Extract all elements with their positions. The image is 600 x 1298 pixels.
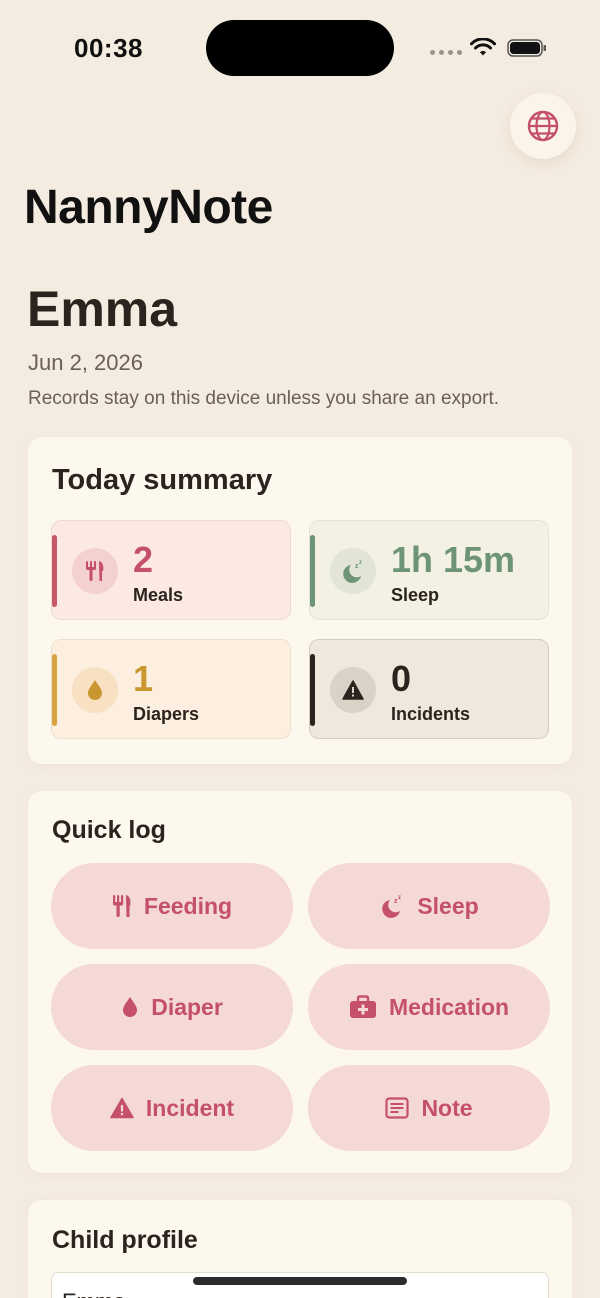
home-indicator[interactable] bbox=[193, 1277, 407, 1285]
moon-zzz-icon: zz bbox=[382, 895, 401, 918]
note-icon bbox=[385, 1097, 410, 1119]
diaper-label: Diaper bbox=[151, 993, 223, 1020]
medication-button[interactable]: Medication bbox=[308, 964, 550, 1050]
status-bar: 00:38 bbox=[0, 0, 600, 96]
diapers-accent-bar bbox=[52, 654, 57, 726]
diapers-value: 1 bbox=[133, 658, 154, 699]
privacy-note: Records stay on this device unless you s… bbox=[28, 388, 500, 409]
drop-icon bbox=[72, 667, 118, 713]
sleep-value: 1h 15m bbox=[391, 539, 516, 580]
medication-label: Medication bbox=[388, 993, 510, 1020]
sleep-accent-bar bbox=[310, 535, 315, 607]
feeding-label: Feeding bbox=[143, 892, 233, 919]
incidents-stat: 0 Incidents bbox=[309, 639, 549, 739]
warning-icon bbox=[330, 667, 376, 713]
incidents-accent-bar bbox=[310, 654, 315, 726]
incidents-label: Incidents bbox=[391, 704, 471, 724]
dynamic-island bbox=[206, 20, 394, 76]
feeding-button[interactable]: Feeding bbox=[51, 863, 293, 949]
incident-label: Incident bbox=[145, 1094, 235, 1121]
cellular-signal-icon bbox=[430, 50, 462, 55]
incident-button[interactable]: Incident bbox=[51, 1065, 293, 1151]
meals-value: 2 bbox=[133, 539, 154, 580]
fork-knife-icon bbox=[112, 895, 131, 917]
meals-stat: 2 Meals bbox=[51, 520, 291, 620]
child-name-field[interactable] bbox=[51, 1272, 549, 1298]
sleep-label: Sleep bbox=[417, 892, 479, 919]
diapers-label: Diapers bbox=[133, 704, 200, 724]
sleep-button[interactable]: zz Sleep bbox=[308, 863, 550, 949]
diapers-stat: 1 Diapers bbox=[51, 639, 291, 739]
current-date: Jun 2, 2026 bbox=[28, 350, 143, 375]
meals-label: Meals bbox=[133, 585, 184, 605]
summary-title: Today summary bbox=[52, 464, 273, 496]
app-title: NannyNote bbox=[24, 181, 273, 234]
medical-kit-icon bbox=[349, 995, 376, 1018]
moon-zzz-icon: zz bbox=[330, 548, 376, 594]
note-button[interactable]: Note bbox=[308, 1065, 550, 1151]
status-time: 00:38 bbox=[74, 33, 143, 63]
wifi-icon bbox=[470, 38, 496, 56]
child-name: Emma bbox=[27, 281, 178, 337]
child-profile-title: Child profile bbox=[52, 1226, 198, 1254]
today-summary-card: Today summary 2 Meals zz 1h 15m Sleep 1 … bbox=[28, 437, 572, 764]
sleep-stat: zz 1h 15m Sleep bbox=[309, 520, 549, 620]
quick-log-card: Quick log Feeding zz Sleep Diaper Medica… bbox=[28, 791, 572, 1173]
fork-knife-icon bbox=[72, 548, 118, 594]
incidents-value: 0 bbox=[391, 658, 412, 699]
svg-text:z: z bbox=[398, 895, 401, 901]
globe-icon bbox=[527, 110, 559, 142]
battery-icon bbox=[507, 39, 546, 57]
meals-accent-bar bbox=[52, 535, 57, 607]
svg-text:z: z bbox=[359, 560, 362, 566]
quick-log-title: Quick log bbox=[52, 816, 166, 844]
sleep-label: Sleep bbox=[391, 585, 440, 605]
drop-icon bbox=[123, 997, 138, 1017]
warning-icon bbox=[110, 1097, 134, 1119]
note-label: Note bbox=[421, 1094, 473, 1121]
language-button[interactable] bbox=[510, 93, 576, 159]
diaper-button[interactable]: Diaper bbox=[51, 964, 293, 1050]
